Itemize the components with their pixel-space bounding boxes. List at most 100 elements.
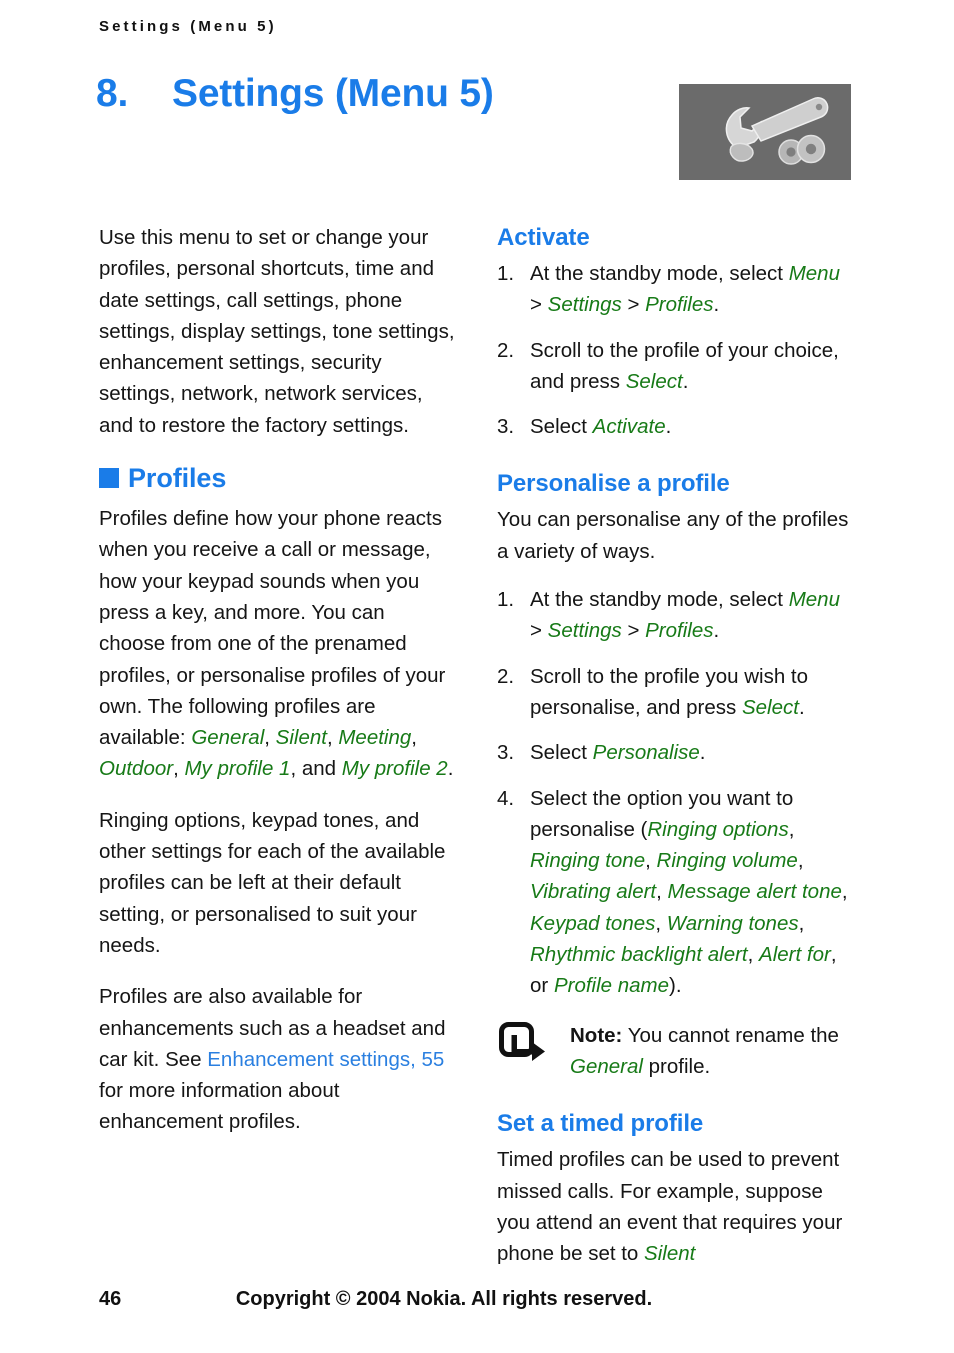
list-marker: 1. [497, 588, 515, 612]
chapter-title-text: Settings (Menu 5) [172, 72, 494, 115]
ui-term-option: Rhythmic backlight alert [530, 943, 748, 967]
note-arrow-icon [499, 1021, 547, 1064]
separator: , [173, 757, 185, 781]
note-label: Note: [570, 1023, 623, 1047]
step-text-end: . [699, 741, 706, 765]
step-text: Select [530, 741, 593, 765]
ui-term-option: Ringing options [647, 817, 789, 841]
list-item: 1. At the standby mode, select Menu > Set… [497, 258, 853, 321]
ui-term-select: Select [625, 369, 683, 393]
personalise-steps-list: 1. At the standby mode, select Menu > Set… [497, 584, 853, 1002]
separator: . [447, 757, 454, 781]
step-text-end: . [682, 369, 689, 393]
personalise-intro-paragraph: You can personalise any of the profiles … [497, 508, 849, 563]
ui-term-settings: Settings [547, 619, 622, 643]
list-item: 2. Scroll to the profile you wish to pers… [497, 661, 853, 724]
ui-term-menu: Menu [788, 262, 840, 285]
separator: , [411, 726, 417, 750]
activate-steps-list: 1. At the standby mode, select Menu > Set… [497, 258, 853, 442]
step-text-end: ). [669, 974, 682, 998]
separator: , [655, 911, 667, 935]
separator: > [530, 619, 548, 643]
separator: > [621, 619, 646, 643]
profile-name-general: General [191, 726, 265, 750]
ui-term-profile-name: Profile name [553, 974, 670, 998]
page-footer: 46 Copyright © 2004 Nokia. All rights re… [0, 1288, 954, 1318]
ui-term-settings: Settings [547, 293, 622, 317]
ui-term-menu: Menu [788, 588, 840, 612]
ui-term-activate: Activate [592, 415, 666, 439]
running-header: Settings (Menu 5) [99, 18, 277, 35]
list-item: 3. Select Personalise. [497, 737, 853, 768]
list-marker: 2. [497, 664, 515, 688]
list-marker: 2. [497, 338, 515, 362]
separator: > [621, 293, 646, 317]
wrench-and-bolts-icon [679, 84, 851, 180]
step-text: At the standby mode, select [530, 262, 789, 285]
list-item: 1. At the standby mode, select Menu > Set… [497, 584, 853, 647]
ui-term-silent: Silent [644, 1242, 696, 1266]
profiles-desc-text: Profiles define how your phone reacts wh… [99, 507, 446, 750]
ui-term-option: Message alert tone [667, 880, 842, 904]
separator: , [264, 726, 276, 750]
separator: , and [290, 757, 342, 781]
step-text: At the standby mode, select [530, 588, 789, 612]
subsection-heading-set-a-timed-profile: Set a timed profile [497, 1110, 704, 1138]
link-enhancement-settings[interactable]: Enhancement settings, 55 [207, 1048, 444, 1071]
enhancements-text-after: for more information about enhancement p… [99, 1079, 340, 1134]
ui-term-option: Ringing tone [530, 849, 646, 873]
note-text-after: profile. [642, 1054, 711, 1078]
right-column: Activate 1. At the standby mode, select M… [497, 222, 853, 1289]
ui-term-profiles: Profiles [645, 293, 714, 317]
step-text-end: . [665, 415, 672, 439]
list-marker: 4. [497, 786, 515, 810]
ui-term-general: General [570, 1054, 643, 1078]
step-text-end: . [798, 695, 805, 719]
left-column: Use this menu to set or change your prof… [99, 222, 455, 1158]
intro-paragraph: Use this menu to set or change your prof… [99, 226, 455, 437]
step-text: Select [530, 415, 593, 439]
list-marker: 3. [497, 741, 515, 765]
ui-term-option: Alert for [759, 943, 831, 967]
profile-name-my-profile-1: My profile 1 [184, 757, 291, 781]
list-marker: 1. [497, 262, 515, 285]
separator: , [788, 817, 795, 841]
list-item: 4. Select the option you want to personal… [497, 783, 853, 1002]
section-heading-profiles: Profiles [99, 461, 455, 495]
note-text-before: You cannot rename the [622, 1023, 839, 1047]
profile-name-meeting: Meeting [338, 726, 412, 750]
ui-term-option: Ringing volume [656, 849, 798, 873]
ui-term-option: Vibrating alert [530, 880, 657, 904]
copyright-notice: Copyright © 2004 Nokia. All rights reser… [235, 1288, 653, 1310]
chapter-number: 8. [96, 72, 129, 115]
profile-name-outdoor: Outdoor [99, 757, 174, 781]
separator: , [747, 943, 760, 967]
separator: > [530, 293, 548, 317]
ui-term-select: Select [741, 695, 799, 719]
separator: , [841, 880, 848, 904]
personalise-option-list: Ringing options, Ringing tone, Ringing v… [530, 818, 848, 997]
subsection-heading-activate: Activate [497, 224, 590, 251]
separator: , [645, 849, 657, 873]
note-block: Note: You cannot rename the General prof… [497, 1020, 853, 1083]
section-heading-profiles-label: Profiles [128, 463, 227, 494]
timed-profile-paragraph: Timed profiles can be used to prevent mi… [497, 1144, 853, 1269]
list-marker: 3. [497, 415, 515, 439]
profiles-description-paragraph: Profiles define how your phone reacts wh… [99, 503, 455, 785]
list-item: 2. Scroll to the profile of your choice, … [497, 335, 853, 398]
separator: , [656, 880, 668, 904]
document-page: Settings (Menu 5) 8. Settings (Menu 5) Us… [0, 0, 954, 1353]
ui-term-profiles: Profiles [645, 619, 714, 643]
separator: , [326, 726, 339, 750]
ui-term-option: Warning tones [666, 911, 799, 935]
profile-name-my-profile-2: My profile 2 [341, 757, 448, 781]
step-text-end: . [713, 619, 720, 643]
square-bullet-icon [99, 468, 119, 489]
page-title: 8. Settings (Menu 5) [96, 72, 494, 116]
step-text-end: . [713, 293, 720, 317]
subsection-heading-personalise: Personalise a profile [497, 470, 730, 498]
separator: , [798, 911, 805, 935]
separator: , [797, 849, 804, 873]
list-item: 3. Select Activate. [497, 411, 853, 442]
ui-term-personalise: Personalise [592, 741, 700, 765]
